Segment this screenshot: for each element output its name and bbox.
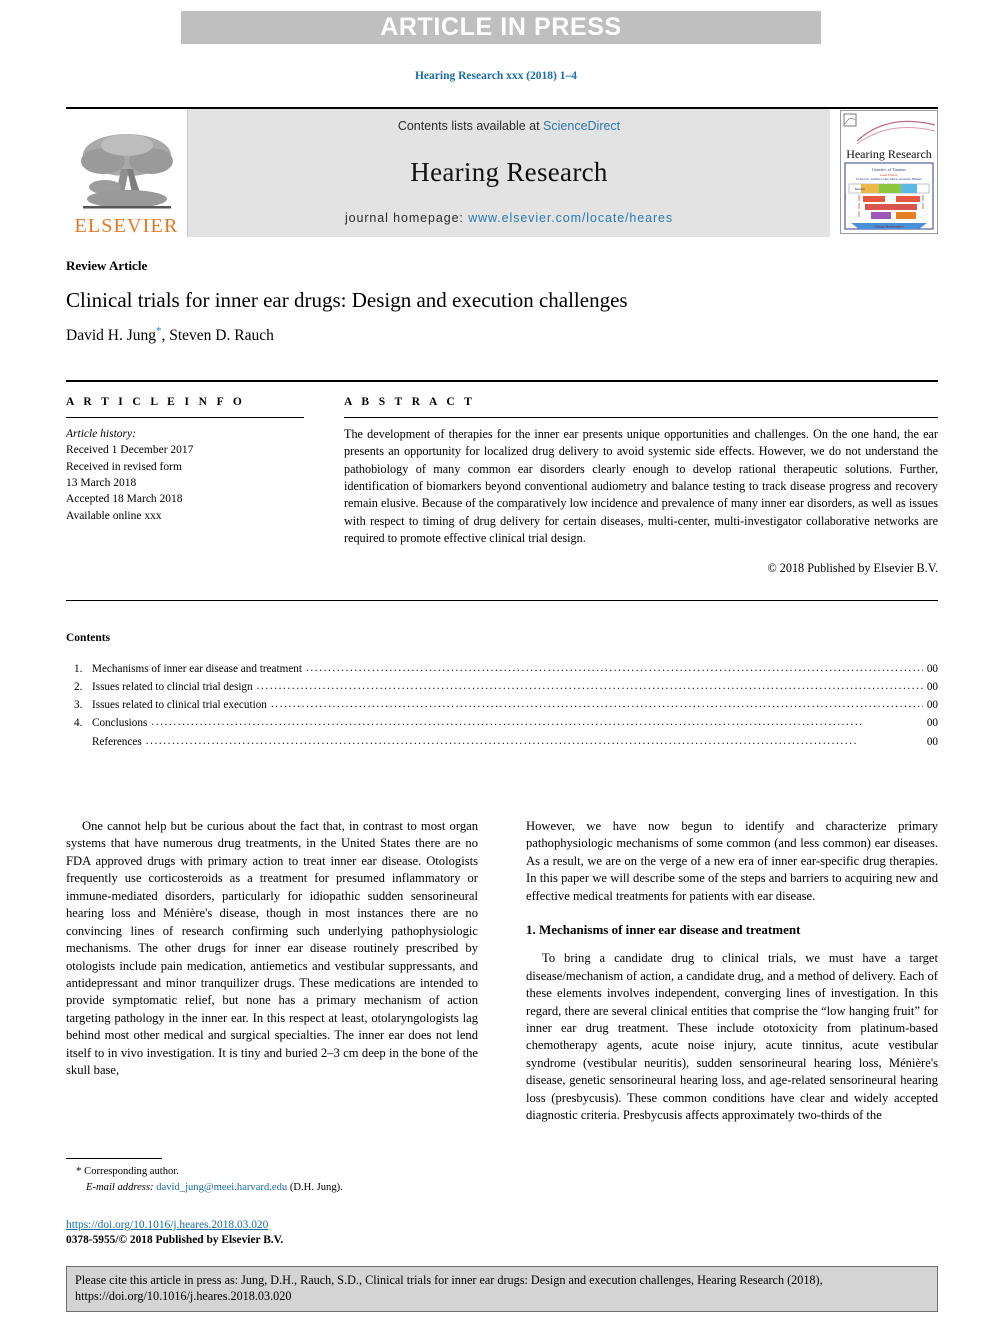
journal-masthead: ELSEVIER Contents lists available at Sci… [66,107,938,237]
svg-text:Inner: Inner [843,193,847,199]
contents-item[interactable]: 2. Issues related to clincial trial desi… [66,678,938,696]
abstract-copyright: © 2018 Published by Elsevier B.V. [767,561,938,576]
contents-item-label[interactable]: Mechanisms of inner ear disease and trea… [92,660,306,678]
article-history-line: Received in revised form [66,460,182,473]
contents-item[interactable]: References .............................… [66,733,938,751]
contents-item[interactable]: 4. Conclusions .........................… [66,714,938,732]
author-list: David H. Jung*, Steven D. Rauch [66,325,938,345]
body-column-right: However, we have now begun to identify a… [526,818,938,1125]
elsevier-tree-icon [80,134,173,209]
article-history-line: 13 March 2018 [66,476,137,489]
footnote-rule [66,1158,162,1159]
abstract-bottom-rule [66,600,938,601]
title-bottom-rule [66,380,938,382]
elsevier-wordmark: ELSEVIER [74,215,179,237]
body-paragraph: To bring a candidate drug to clinical tr… [526,951,938,1123]
journal-title: Hearing Research [410,156,608,187]
abstract-rule [344,417,938,418]
contents-dot-leader: ........................................… [306,662,923,674]
contents-item-page: 00 [926,735,938,748]
contents-item-number: 2. [74,681,83,694]
article-info-rule [66,417,304,418]
contents-heading: Contents [66,632,111,644]
svg-text:Baseline: Baseline [855,187,866,191]
journal-homepage-url[interactable]: www.elsevier.com/locate/heares [468,211,673,225]
body-paragraph: One cannot help but be curious about the… [66,819,478,1078]
abstract-column: A B S T R A C T The development of thera… [344,396,938,576]
contents-item-number: 3. [74,699,83,712]
contents-item-number: 4. [74,717,83,730]
contents-dot-leader: ........................................… [151,716,864,729]
doi-block: https://doi.org/10.1016/j.heares.2018.03… [66,1218,496,1249]
article-info-label: A R T I C L E I N F O [66,396,246,408]
article-in-press-banner: ARTICLE IN PRESS [181,11,821,44]
contents-item-page: 00 [926,717,938,730]
sciencedirect-link[interactable]: ScienceDirect [543,119,620,133]
svg-text:Hearing Research: Hearing Research [846,147,932,161]
contents-item-number: 1. [74,663,83,675]
body-columns: One cannot help but be curious about the… [66,818,938,1125]
contents-item[interactable]: 3. Issues related to clinical trial exec… [66,696,938,714]
article-history-title: Article history: [66,428,136,440]
article-in-press-label: ARTICLE IN PRESS [380,13,622,41]
author-first: David H. Jung [66,327,156,345]
article-type-label: Review Article [66,258,148,273]
contents-item-label[interactable]: Issues related to clinical trial executi… [92,696,271,714]
body-paragraph: However, we have now begun to identify a… [526,819,938,903]
email-label: E-mail address: [86,1181,154,1193]
article-history-line: Available online xxx [66,509,162,522]
running-head: Hearing Research xxx (2018) 1–4 [414,70,578,82]
contents-available-prefix: Contents lists available at [397,119,544,133]
cite-this-article-box: Please cite this article in press as: Ju… [66,1266,938,1312]
article-info-column: A R T I C L E I N F O Article history: R… [66,396,304,576]
title-block: Review Article Clinical trials for inner… [66,258,938,345]
contents-dot-leader: ........................................… [270,698,923,711]
contents-item-page: 00 [926,663,938,675]
contents-available-line: Contents lists available at ScienceDirec… [398,119,620,133]
contents-item-page: 00 [926,681,938,694]
masthead-center: Contents lists available at ScienceDirec… [188,109,830,237]
corresponding-author-note: * Corresponding author. [66,1164,478,1180]
journal-cover-art: Hearing Research Genetics of Tinnitus Gu… [841,111,937,233]
footnote-block: * Corresponding author. E-mail address: … [66,1158,478,1195]
article-history-line: Received 1 December 2017 [66,444,194,457]
contents-dot-leader: ........................................… [256,680,923,693]
contents-item[interactable]: 1. Mechanisms of inner ear disease and t… [66,660,938,678]
contents-item-label[interactable]: Issues related to clincial trial design [92,678,257,696]
contents-dot-leader: ........................................… [145,734,858,747]
footnote-star-icon: * [76,1165,82,1177]
doi-link[interactable]: https://doi.org/10.1016/j.heares.2018.03… [66,1218,496,1233]
author-rest: , Steven D. Rauch [161,327,274,345]
svg-text:Genetics of Tinnitus: Genetics of Tinnitus [872,167,906,172]
cite-this-article-text: Please cite this article in press as: Ju… [75,1273,823,1304]
email-note: E-mail address: david_jung@meei.harvard.… [66,1180,478,1195]
corresponding-author-text: Corresponding author. [84,1166,179,1177]
body-column-left: One cannot help but be curious about the… [66,818,478,1125]
journal-homepage-prefix: journal homepage: [344,211,469,225]
page-title: Clinical trials for inner ear drugs: Des… [66,288,628,313]
abstract-label: A B S T R A C T [344,396,476,408]
contents-item-label[interactable]: Conclusions [92,714,151,732]
info-abstract-section: A R T I C L E I N F O Article history: R… [66,396,938,576]
issn-copyright-line: 0378-5955/© 2018 Published by Elsevier B… [66,1234,284,1247]
contents-item-page: 00 [926,699,938,712]
abstract-text: The development of therapies for the inn… [344,427,938,545]
email-link[interactable]: david_jung@meei.harvard.edu [156,1182,287,1193]
journal-homepage-line: journal homepage: www.elsevier.com/locat… [345,211,673,225]
contents-section: Contents 1. Mechanisms of inner ear dise… [66,632,938,751]
svg-text:Tinnitus Manifestation: Tinnitus Manifestation [874,225,903,229]
contents-item-label[interactable]: References [92,733,146,751]
journal-cover-thumbnail: Hearing Research Genetics of Tinnitus Gu… [840,110,938,234]
email-suffix: (D.H. Jung). [289,1181,343,1193]
elsevier-logo: ELSEVIER [66,109,188,237]
section-heading-1: 1. Mechanisms of inner ear disease and t… [526,922,801,938]
article-history-line: Accepted 18 March 2018 [66,493,183,506]
